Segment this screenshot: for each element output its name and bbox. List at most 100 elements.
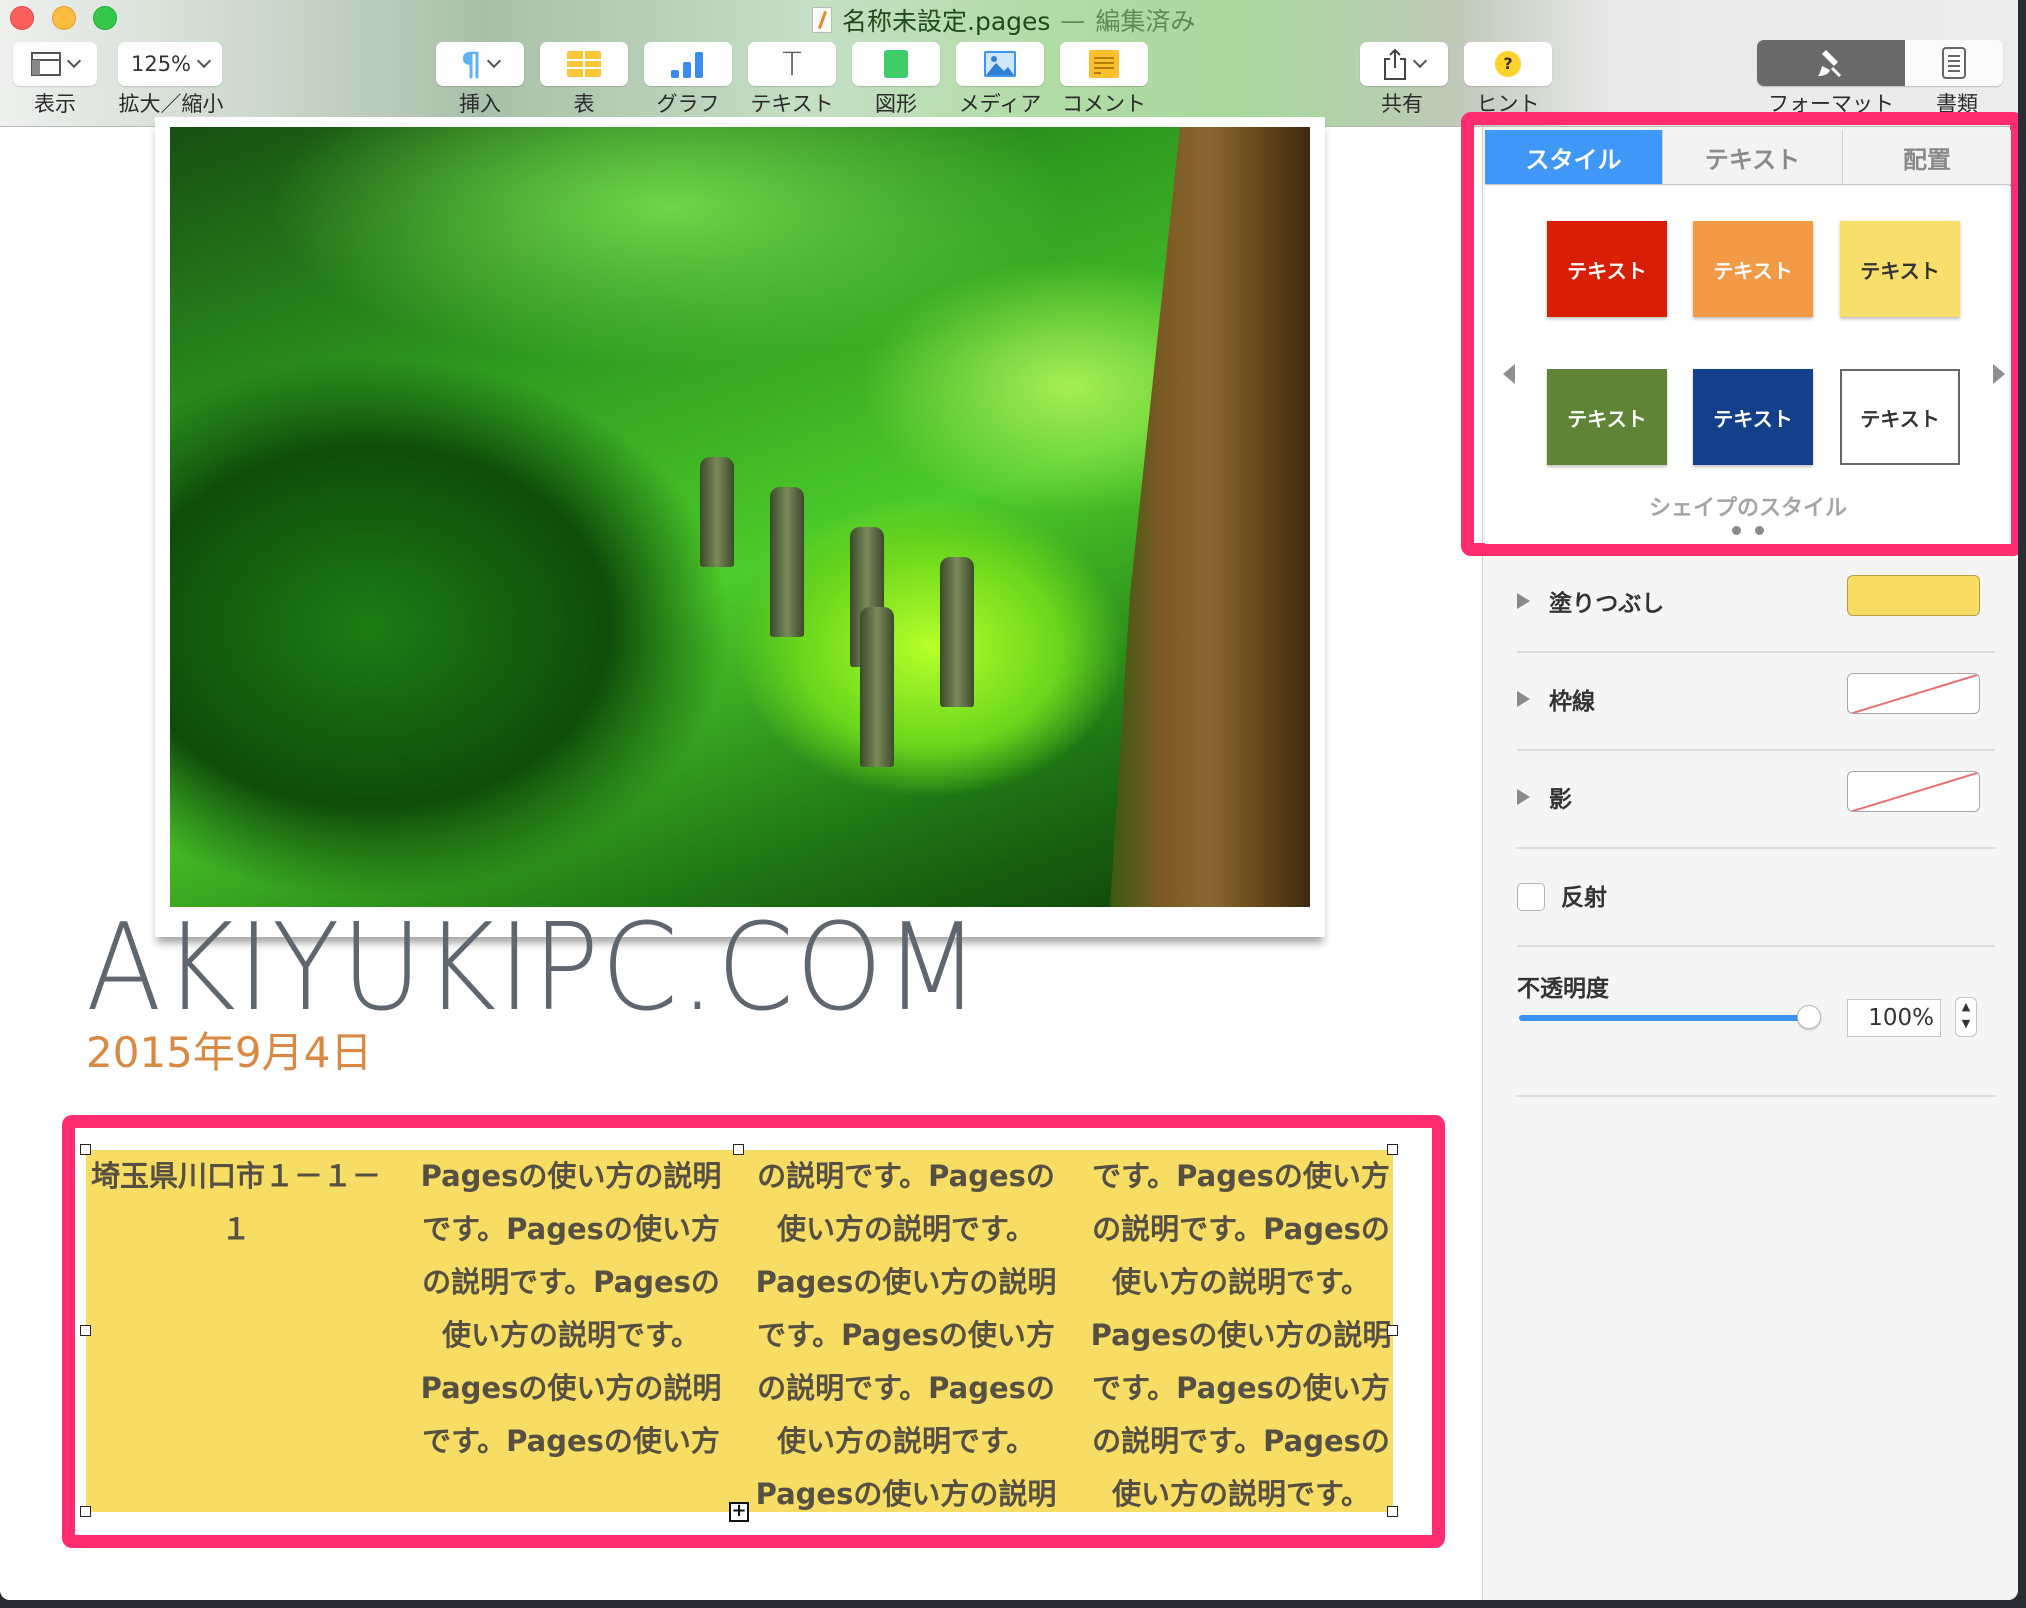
photo-frame[interactable]	[155, 117, 1325, 937]
shape-label: 図形	[875, 92, 917, 116]
table-label: 表	[573, 92, 595, 116]
opacity-field[interactable]: 100%	[1847, 999, 1941, 1037]
pages-document-icon	[812, 7, 832, 33]
shape-text-line: 使い方の説明です。	[1111, 1477, 1371, 1511]
shape-text-line: 使い方の説明です。	[776, 1212, 1036, 1246]
zoom-window-button[interactable]	[93, 6, 117, 30]
shape-text-line: の説明です。Pagesの	[422, 1265, 720, 1299]
shape-column-3: の説明です。Pagesの 使い方の説明です。 Pagesの使い方の説明 です。P…	[751, 1150, 1061, 1521]
style-swatch-blue[interactable]: テキスト	[1693, 369, 1813, 465]
paintbrush-icon	[1818, 50, 1842, 78]
page-date[interactable]: 2015年9月4日	[86, 1019, 372, 1080]
text-button[interactable]: T	[748, 42, 836, 86]
page-heading[interactable]: AKIYUKIPC.COM	[86, 899, 982, 1038]
style-swatch-yellow[interactable]: テキスト	[1840, 221, 1960, 317]
reflection-label: 反射	[1561, 885, 1607, 911]
tab-style[interactable]: スタイル	[1485, 130, 1663, 184]
previous-page-arrow-icon[interactable]	[1503, 364, 1515, 384]
styles-caption: シェイプのスタイル	[1648, 496, 1847, 521]
opacity-slider-knob[interactable]	[1797, 1005, 1821, 1029]
opacity-label: 不透明度	[1517, 976, 1609, 1002]
style-swatch-orange[interactable]: テキスト	[1693, 221, 1813, 317]
minimize-button[interactable]	[52, 6, 76, 30]
disclosure-triangle-icon[interactable]	[1517, 691, 1530, 707]
zoom-value: 125%	[130, 52, 192, 76]
resize-handle-bottom-right[interactable]	[1387, 1506, 1398, 1517]
edited-status: 編集済み	[1095, 7, 1196, 36]
shape-text-line: です。Pagesの使い方	[422, 1212, 720, 1246]
border-style-well[interactable]	[1847, 673, 1980, 714]
document-name: 名称未設定.pages	[842, 7, 1051, 36]
table-button[interactable]	[540, 42, 628, 86]
shape-column-4: です。Pagesの使い方 の説明です。Pagesの 使い方の説明です。 Page…	[1086, 1150, 1396, 1521]
opacity-slider[interactable]	[1519, 1015, 1809, 1021]
shape-text-line: Pagesの使い方の説明	[755, 1477, 1057, 1511]
paragraph-icon: ¶	[460, 45, 482, 83]
reflection-checkbox[interactable]	[1517, 883, 1545, 911]
shape-text-line: 使い方の説明です。	[441, 1318, 701, 1352]
shape-text-line: の説明です。Pagesの	[757, 1159, 1055, 1193]
text-overflow-plus-icon[interactable]: +	[729, 1502, 749, 1522]
view-button[interactable]	[13, 42, 97, 86]
shadow-row: 影	[1517, 751, 1995, 849]
shape-text-line: です。Pagesの使い方	[1092, 1159, 1390, 1193]
style-swatch-red[interactable]: テキスト	[1547, 221, 1667, 317]
text-label: テキスト	[750, 92, 834, 116]
shape-text-line: 使い方の説明です。	[1111, 1265, 1371, 1299]
tab-arrange[interactable]: 配置	[1843, 130, 2011, 184]
forest-photo[interactable]	[170, 127, 1310, 907]
resize-handle-left[interactable]	[80, 1325, 91, 1336]
chevron-down-icon	[1412, 53, 1428, 69]
opacity-row: 不透明度 100% ▲ ▼	[1517, 947, 1995, 1097]
comment-label: コメント	[1062, 92, 1146, 116]
zoom-select[interactable]: 125%	[118, 42, 222, 86]
help-icon: ?	[1495, 51, 1521, 77]
window-title: 名称未設定.pages — 編集済み	[812, 2, 1195, 38]
opacity-stepper[interactable]: ▲ ▼	[1955, 997, 1977, 1037]
text-icon: T	[782, 45, 802, 83]
chart-button[interactable]	[644, 42, 732, 86]
next-page-arrow-icon[interactable]	[1993, 364, 2005, 384]
resize-handle-right[interactable]	[1387, 1325, 1398, 1336]
tips-button[interactable]: ?	[1464, 42, 1552, 86]
page-dot[interactable]	[1755, 526, 1764, 535]
disclosure-triangle-icon[interactable]	[1517, 593, 1530, 609]
share-button[interactable]	[1360, 42, 1448, 86]
close-button[interactable]	[10, 6, 34, 30]
border-row: 枠線	[1517, 653, 1995, 751]
resize-handle-top-left[interactable]	[80, 1144, 91, 1155]
fill-color-well[interactable]	[1847, 575, 1980, 616]
chevron-down-icon	[196, 53, 212, 69]
yellow-text-shape[interactable]: 埼玉県川口市１－１－ １ Pagesの使い方の説明 です。Pagesの使い方 の…	[86, 1150, 1393, 1512]
document-canvas[interactable]: AKIYUKIPC.COM 2015年9月4日 埼玉県川口市１－１－ １ Pag…	[0, 117, 1482, 1600]
toolbar: 名称未設定.pages — 編集済み 表示 125% 拡大／縮小 ¶ 挿入 表	[0, 0, 2018, 127]
format-button[interactable]	[1757, 40, 1905, 86]
reflection-row: 反射	[1517, 849, 1995, 947]
tab-text[interactable]: テキスト	[1663, 130, 1843, 184]
style-swatch-green[interactable]: テキスト	[1547, 369, 1667, 465]
comment-button[interactable]	[1060, 42, 1148, 86]
disclosure-triangle-icon[interactable]	[1517, 789, 1530, 805]
document-button[interactable]	[1905, 40, 2003, 86]
shape-text-line: の説明です。Pagesの	[1092, 1212, 1390, 1246]
resize-handle-top[interactable]	[733, 1144, 744, 1155]
insert-button[interactable]: ¶	[436, 42, 524, 86]
shape-button[interactable]	[852, 42, 940, 86]
style-swatch-white[interactable]: テキスト	[1840, 369, 1960, 465]
insert-label: 挿入	[459, 92, 501, 116]
shadow-style-well[interactable]	[1847, 771, 1980, 812]
shape-icon	[884, 50, 908, 78]
resize-handle-bottom-left[interactable]	[80, 1506, 91, 1517]
shape-text-line: です。Pagesの使い方	[1092, 1371, 1390, 1405]
resize-handle-top-right[interactable]	[1387, 1144, 1398, 1155]
view-label: 表示	[34, 92, 76, 116]
share-label: 共有	[1381, 92, 1423, 116]
media-button[interactable]	[956, 42, 1044, 86]
shape-text-line: Pagesの使い方の説明	[1090, 1318, 1392, 1352]
page-dot[interactable]	[1732, 526, 1741, 535]
shape-text-line: の説明です。Pagesの	[1092, 1424, 1390, 1458]
shadow-label: 影	[1549, 787, 1572, 813]
tree-trunk	[1110, 127, 1310, 907]
page-indicator[interactable]	[1485, 526, 2011, 535]
shape-text-line: Pagesの使い方の説明	[420, 1159, 722, 1193]
